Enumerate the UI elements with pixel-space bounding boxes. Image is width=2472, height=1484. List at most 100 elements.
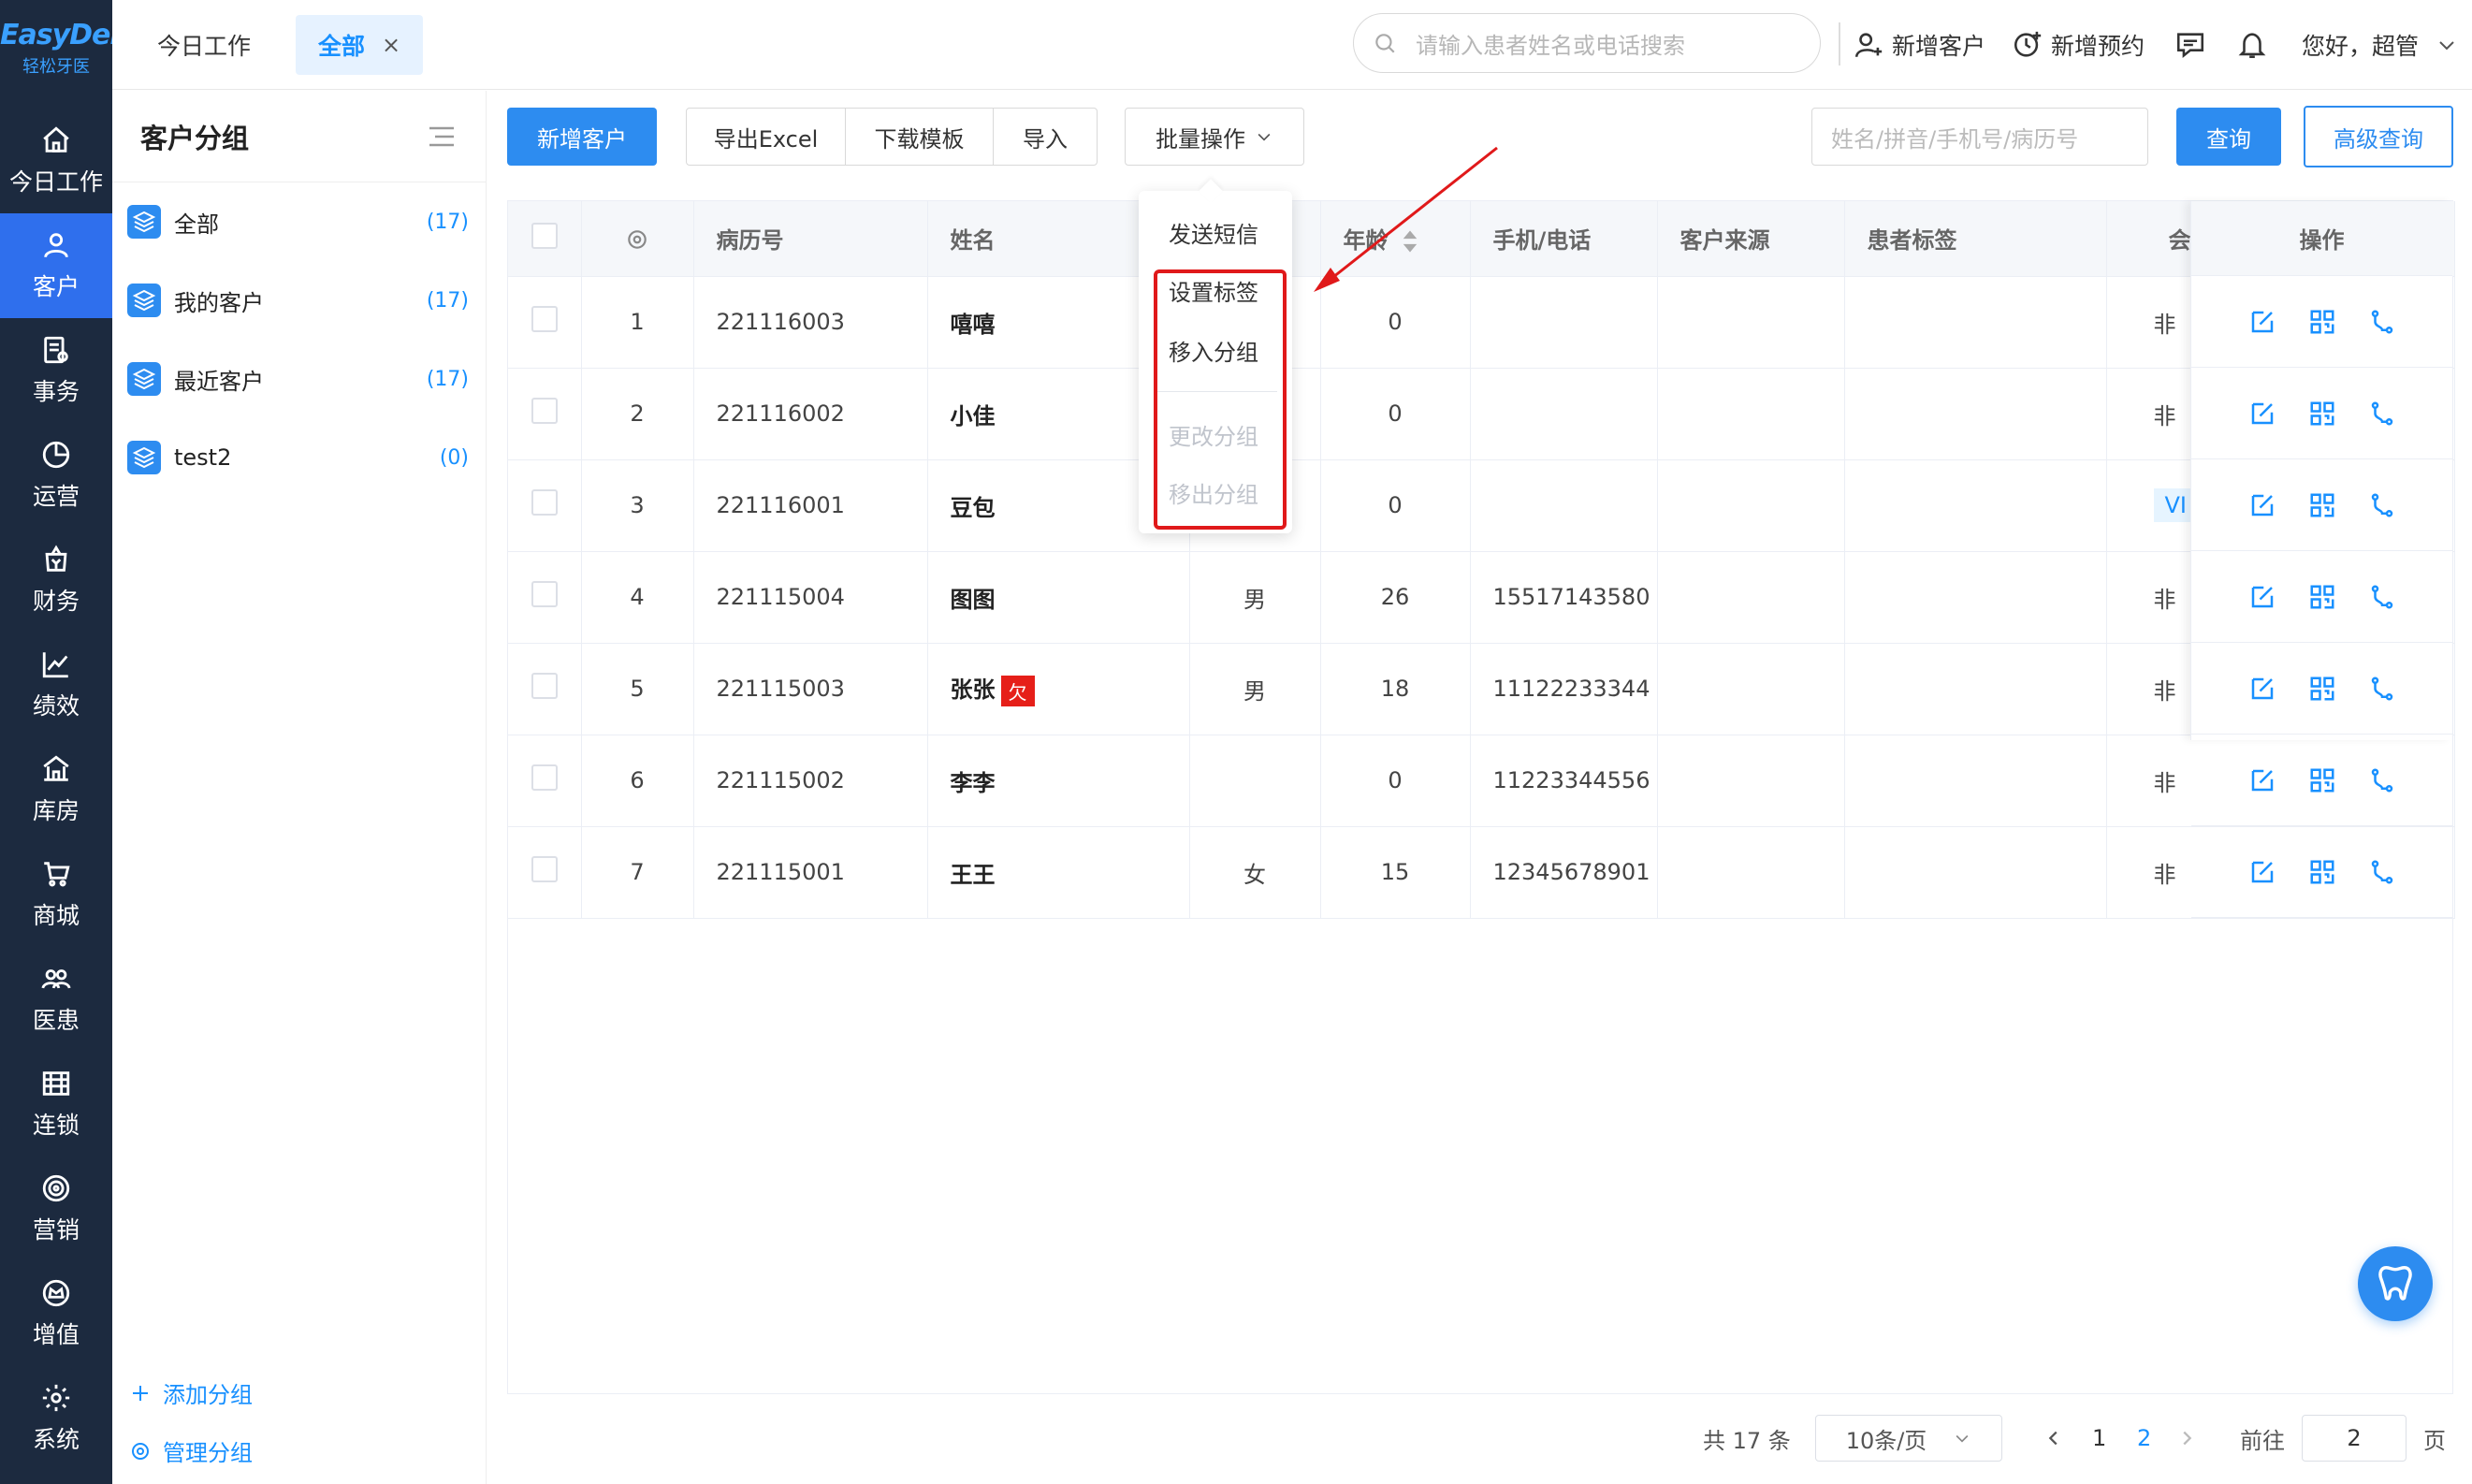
page-1-button[interactable]: 1 — [2092, 1415, 2106, 1462]
nav-item-performance[interactable]: 绩效 — [0, 633, 112, 737]
table-row[interactable]: 3 221116001 豆包 0 VI — [508, 459, 2455, 552]
name-cell[interactable]: 张张欠 — [927, 643, 1190, 735]
layers-icon — [127, 205, 161, 239]
route-icon[interactable] — [2368, 858, 2396, 886]
nav-item-chain[interactable]: 连锁 — [0, 1052, 112, 1157]
qrcode-icon[interactable] — [2308, 766, 2336, 794]
nav-item-doctor-patient[interactable]: 医患 — [0, 947, 112, 1052]
chevron-left-icon — [2048, 1431, 2058, 1446]
table-row[interactable]: 4 221115004 图图 男 26 15517143580 非 — [508, 551, 2455, 644]
goto-page-input[interactable]: 2 — [2302, 1415, 2407, 1462]
prev-page-button[interactable] — [2043, 1415, 2064, 1462]
qrcode-icon[interactable] — [2308, 308, 2336, 336]
import-button[interactable]: 导入 — [994, 109, 1097, 165]
edit-icon[interactable] — [2248, 858, 2276, 886]
add-customer-button[interactable]: 新增客户 — [507, 108, 657, 166]
row-checkbox[interactable] — [531, 398, 558, 424]
edit-icon[interactable] — [2248, 491, 2276, 519]
notification-button[interactable] — [2236, 22, 2276, 67]
route-icon[interactable] — [2368, 308, 2396, 336]
group-item-recent[interactable]: 最近客户 (17) — [112, 340, 486, 418]
add-group-button[interactable]: 添加分组 — [129, 1376, 253, 1409]
row-checkbox[interactable] — [531, 581, 558, 607]
tab-today[interactable]: 今日工作 — [135, 15, 273, 75]
route-icon[interactable] — [2368, 583, 2396, 611]
row-checkbox[interactable] — [531, 306, 558, 332]
name-cell[interactable]: 图图 — [927, 551, 1190, 644]
table-row[interactable]: 7 221115001 王王 女 15 12345678901 非 — [508, 826, 2455, 919]
table-row[interactable]: 6 221115002 李李 0 11223344556 非 — [508, 735, 2455, 827]
phone-cell: 11122233344 — [1470, 643, 1658, 735]
edit-icon[interactable] — [2248, 583, 2276, 611]
group-item-test2[interactable]: test2 (0) — [112, 418, 486, 497]
nav-item-system[interactable]: 系统 — [0, 1366, 112, 1471]
table-row[interactable]: 2 221116002 小佳 0 非 — [508, 368, 2455, 460]
edit-icon[interactable] — [2248, 308, 2276, 336]
edit-icon[interactable] — [2248, 766, 2276, 794]
qrcode-icon[interactable] — [2308, 400, 2336, 428]
row-checkbox[interactable] — [531, 764, 558, 791]
nav-item-today[interactable]: 今日工作 — [0, 109, 112, 213]
phone-cell — [1470, 459, 1658, 552]
qrcode-icon[interactable] — [2308, 491, 2336, 519]
page-2-button[interactable]: 2 — [2137, 1415, 2151, 1462]
nav-item-marketing[interactable]: 营销 — [0, 1157, 112, 1261]
download-template-button[interactable]: 下载模板 — [846, 109, 994, 165]
sort-icon[interactable] — [1402, 229, 1418, 254]
nav-item-operation[interactable]: 运营 — [0, 423, 112, 528]
left-nav: EasyDent 轻松牙医 今日工作 客户 事务 运营 财务 绩效 库房 商城 … — [0, 0, 142, 1484]
collapse-menu-icon[interactable] — [428, 125, 456, 148]
tooth-assistant-button[interactable] — [2358, 1246, 2433, 1321]
nav-item-customer[interactable]: 客户 — [0, 213, 112, 318]
nav-item-mall[interactable]: 商城 — [0, 842, 112, 947]
source-cell — [1657, 643, 1845, 735]
new-appointment-button[interactable]: 新增预约 — [2012, 22, 2145, 67]
name-cell[interactable]: 李李 — [927, 735, 1190, 827]
qrcode-icon[interactable] — [2308, 858, 2336, 886]
gender-cell: 男 — [1189, 643, 1321, 735]
customer-filter-input[interactable]: 姓名/拼音/手机号/病历号 — [1811, 108, 2148, 166]
advanced-query-button[interactable]: 高级查询 — [2304, 106, 2453, 167]
member-status: 非 — [2153, 769, 2176, 796]
global-search-input[interactable]: 请输入患者姓名或电话搜索 — [1353, 13, 1821, 73]
name-cell[interactable]: 王王 — [927, 826, 1190, 919]
next-page-button[interactable] — [2176, 1415, 2197, 1462]
close-icon[interactable]: × — [382, 32, 400, 58]
nav-item-value-added[interactable]: 增值 — [0, 1261, 112, 1366]
new-customer-button[interactable]: 新增客户 — [1853, 22, 1985, 67]
edit-icon[interactable] — [2248, 400, 2276, 428]
qrcode-icon[interactable] — [2308, 583, 2336, 611]
menu-item-send-sms[interactable]: 发送短信 — [1139, 204, 1292, 260]
age-cell: 0 — [1320, 459, 1471, 552]
edit-icon[interactable] — [2248, 675, 2276, 703]
table-row[interactable]: 1 221116003 嘻嘻 0 非 — [508, 276, 2455, 369]
batch-operation-button[interactable]: 批量操作 — [1125, 108, 1304, 166]
group-item-all[interactable]: 全部 (17) — [112, 182, 486, 261]
route-icon[interactable] — [2368, 400, 2396, 428]
nav-item-finance[interactable]: 财务 — [0, 528, 112, 633]
route-icon[interactable] — [2368, 675, 2396, 703]
user-menu[interactable]: 您好，超管 — [2302, 22, 2465, 67]
table-row[interactable]: 5 221115003 张张欠 男 18 11122233344 非 — [508, 643, 2455, 735]
row-checkbox[interactable] — [531, 673, 558, 699]
route-icon[interactable] — [2368, 491, 2396, 519]
age-header[interactable]: 年龄 — [1320, 201, 1471, 277]
settings-icon[interactable] — [625, 227, 649, 252]
route-icon[interactable] — [2368, 766, 2396, 794]
row-checkbox[interactable] — [531, 856, 558, 882]
page-size-select[interactable]: 10条/页 — [1815, 1415, 2002, 1462]
select-all-checkbox[interactable] — [531, 222, 558, 249]
row-checkbox[interactable] — [531, 489, 558, 516]
layers-icon — [127, 284, 161, 317]
nav-item-warehouse[interactable]: 库房 — [0, 737, 112, 842]
qrcode-icon[interactable] — [2308, 675, 2336, 703]
manage-group-button[interactable]: 管理分组 — [129, 1434, 253, 1467]
source-header: 客户来源 — [1657, 201, 1845, 277]
phone-cell — [1470, 368, 1658, 460]
tab-all[interactable]: 全部 × — [296, 15, 424, 75]
export-excel-button[interactable]: 导出Excel — [687, 109, 846, 165]
query-button[interactable]: 查询 — [2176, 108, 2281, 166]
nav-item-affairs[interactable]: 事务 — [0, 318, 112, 423]
message-button[interactable] — [2174, 22, 2214, 67]
group-item-my[interactable]: 我的客户 (17) — [112, 261, 486, 340]
